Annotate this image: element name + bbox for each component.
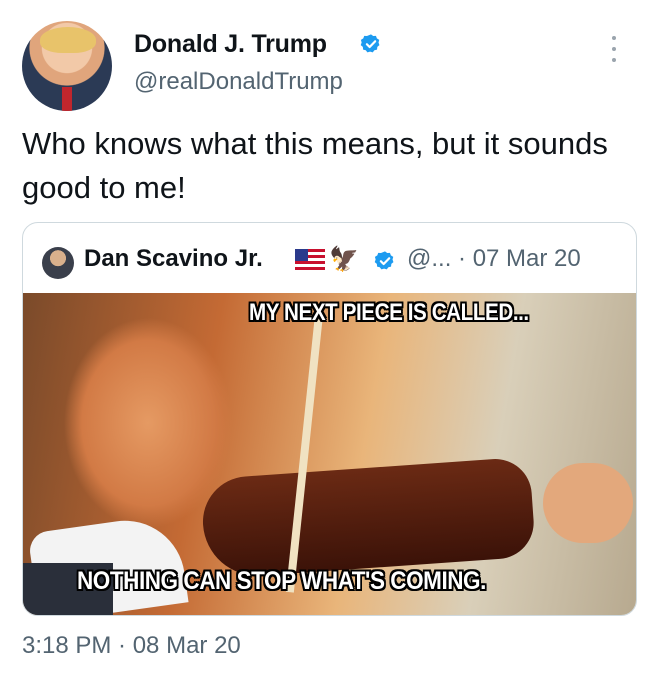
quoted-verified-badge-icon	[374, 251, 394, 270]
author-avatar[interactable]	[22, 21, 112, 111]
violin-shape	[199, 456, 537, 580]
verified-badge-icon	[360, 34, 380, 53]
avatar-hair	[40, 27, 96, 53]
hand-shape	[543, 463, 633, 543]
author-handle[interactable]: @realDonaldTrump	[134, 68, 343, 96]
tweet-text: Who knows what this means, but it sounds…	[22, 126, 608, 205]
quoted-tweet[interactable]: Dan Scavino Jr. 🦅 @... · 07 Mar 20 MY NE…	[22, 222, 637, 616]
us-flag-icon	[295, 249, 325, 271]
eagle-icon: 🦅	[329, 246, 359, 273]
avatar-tie	[62, 87, 72, 111]
meme-bottom-caption: NOTHING CAN STOP WHAT'S COMING.	[77, 567, 486, 595]
meme-top-caption: MY NEXT PIECE IS CALLED...	[249, 299, 529, 326]
author-name[interactable]: Donald J. Trump	[134, 30, 327, 59]
quoted-author-name: Dan Scavino Jr.	[84, 245, 263, 272]
more-options-icon[interactable]	[612, 36, 618, 62]
quoted-author-avatar	[42, 247, 74, 279]
tweet-timestamp[interactable]: 3:18 PM · 08 Mar 20	[22, 632, 241, 660]
meme-image[interactable]: MY NEXT PIECE IS CALLED... NOTHING CAN S…	[23, 293, 636, 615]
quoted-meta: @... · 07 Mar 20	[407, 245, 581, 272]
